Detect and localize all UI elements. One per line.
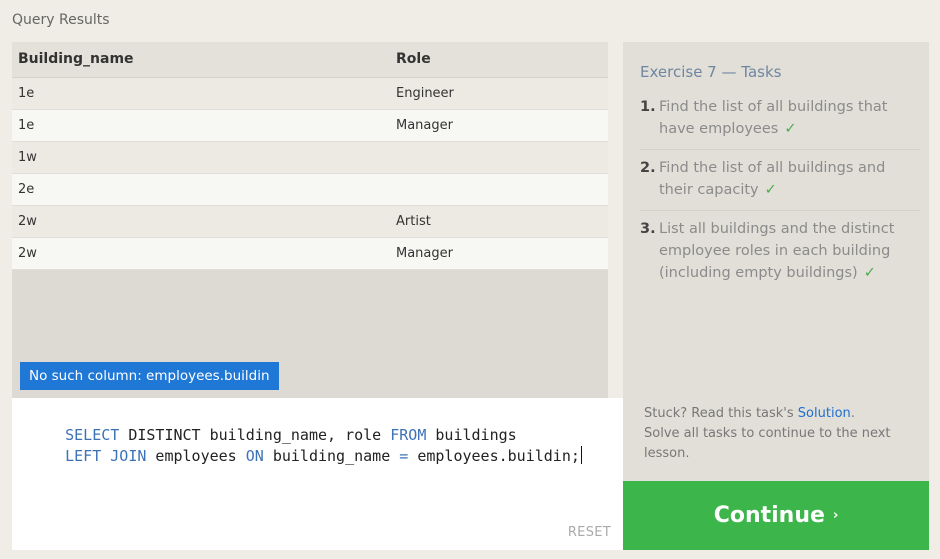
text-cursor bbox=[580, 446, 583, 464]
code-text: building_name bbox=[263, 447, 400, 465]
continue-button[interactable]: Continue › bbox=[623, 481, 929, 550]
hint-line2: Solve all tasks to continue to the next … bbox=[644, 426, 891, 461]
code-keyword: ON bbox=[245, 447, 264, 465]
table-row: 1e Engineer bbox=[12, 77, 608, 110]
task-text: Find the list of all buildings that have… bbox=[659, 99, 888, 137]
code-line-2[interactable]: LEFT JOIN employees ON building_name = e… bbox=[29, 428, 583, 483]
task-number: 2. bbox=[640, 160, 656, 176]
cell-role bbox=[390, 141, 608, 174]
chevron-right-icon: › bbox=[832, 508, 839, 523]
cell-building-name: 2e bbox=[12, 173, 390, 206]
checkmark-icon: ✓ bbox=[784, 121, 797, 137]
checkmark-icon: ✓ bbox=[764, 182, 777, 198]
table-header-row: Building_name Role bbox=[12, 42, 608, 78]
code-keyword: LEFT JOIN bbox=[65, 447, 147, 465]
table-row: 2e bbox=[12, 173, 608, 206]
results-table: Building_name Role 1e Engineer 1e Manage… bbox=[12, 42, 608, 270]
task-item: 3. List all buildings and the distinct e… bbox=[640, 218, 920, 293]
code-text: employees bbox=[146, 447, 246, 465]
error-message-badge: No such column: employees.buildin bbox=[20, 362, 279, 390]
cell-role bbox=[390, 173, 608, 206]
hint-prefix: Stuck? Read this task's bbox=[644, 406, 798, 421]
cell-building-name: 2w bbox=[12, 237, 390, 270]
task-item: 1. Find the list of all buildings that h… bbox=[640, 96, 920, 150]
reset-button[interactable]: RESET bbox=[568, 525, 611, 540]
task-list: 1. Find the list of all buildings that h… bbox=[640, 96, 920, 300]
cell-role: Manager bbox=[390, 237, 608, 270]
table-row: 1e Manager bbox=[12, 109, 608, 142]
task-number: 1. bbox=[640, 99, 656, 115]
continue-label: Continue bbox=[713, 503, 825, 528]
cell-building-name: 1e bbox=[12, 109, 390, 142]
hint-suffix: . bbox=[850, 406, 855, 421]
column-header-building-name: Building_name bbox=[12, 42, 390, 78]
query-results-title: Query Results bbox=[12, 12, 110, 28]
cell-building-name: 1w bbox=[12, 141, 390, 174]
task-item: 2. Find the list of all buildings and th… bbox=[640, 157, 920, 211]
sql-editor[interactable]: SELECT DISTINCT building_name, role FROM… bbox=[12, 398, 623, 550]
code-text: employees.buildin; bbox=[408, 447, 580, 465]
table-row: 1w bbox=[12, 141, 608, 174]
task-text: List all buildings and the distinct empl… bbox=[659, 221, 895, 281]
tasks-title: Exercise 7 — Tasks bbox=[640, 63, 782, 81]
hint-text: Stuck? Read this task's Solution. Solve … bbox=[644, 404, 914, 464]
results-panel: Building_name Role 1e Engineer 1e Manage… bbox=[12, 42, 608, 399]
column-header-role: Role bbox=[390, 42, 608, 78]
table-row: 2w Artist bbox=[12, 205, 608, 238]
tasks-panel: Exercise 7 — Tasks 1. Find the list of a… bbox=[623, 42, 929, 481]
code-operator: = bbox=[399, 447, 409, 465]
task-number: 3. bbox=[640, 221, 656, 237]
cell-building-name: 1e bbox=[12, 77, 390, 110]
cell-role: Manager bbox=[390, 109, 608, 142]
checkmark-icon: ✓ bbox=[863, 265, 876, 281]
cell-role: Artist bbox=[390, 205, 608, 238]
solution-link[interactable]: Solution bbox=[798, 406, 851, 421]
cell-building-name: 2w bbox=[12, 205, 390, 238]
table-row: 2w Manager bbox=[12, 237, 608, 270]
cell-role: Engineer bbox=[390, 77, 608, 110]
